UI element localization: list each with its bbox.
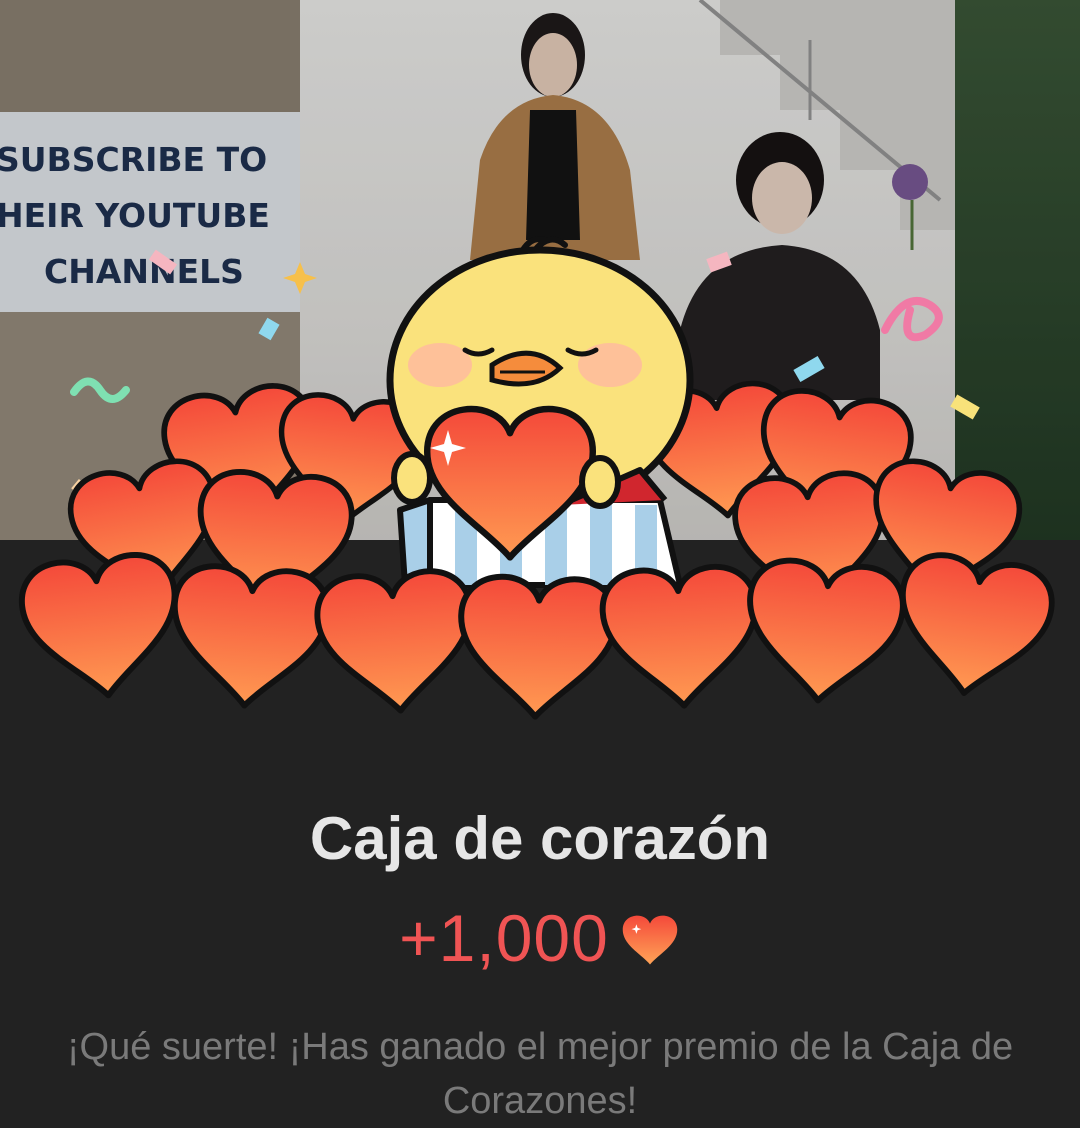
heart-decoration [742,557,906,707]
heart-decoration [458,575,618,719]
reward-message: ¡Qué suerte! ¡Has ganado el mejor premio… [66,1026,1014,1122]
heart-decoration [315,568,477,715]
reward-amount: +1,000 [399,901,609,975]
heart-icon [622,915,678,965]
heart-decoration [168,563,330,710]
reward-amount-row: +1,000 [0,900,1080,976]
heart-decoration [18,551,184,703]
reward-title: Caja de corazón [309,805,771,872]
heart-decoration [890,550,1057,703]
reward-illustration [0,236,1080,740]
heart-decoration [601,565,761,710]
